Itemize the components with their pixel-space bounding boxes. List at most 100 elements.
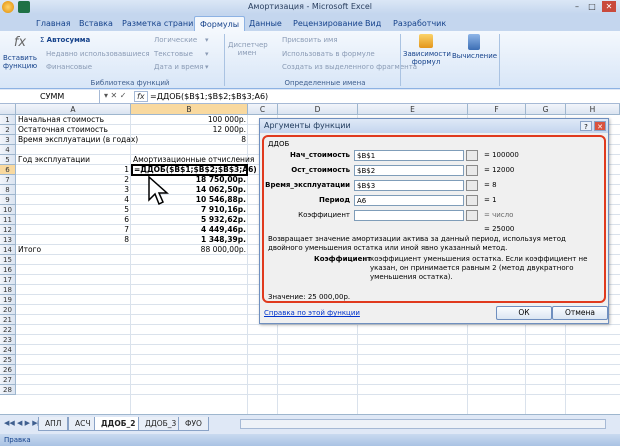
row-header[interactable]: 4 xyxy=(0,145,16,155)
tab-view[interactable]: Вид xyxy=(360,16,386,31)
col-header-g[interactable]: G xyxy=(526,104,566,115)
col-header-b[interactable]: B xyxy=(131,104,248,115)
dialog-help-button[interactable]: ? xyxy=(580,121,592,131)
arg-input-cost[interactable]: $B$1 xyxy=(354,150,464,161)
row-header[interactable]: 17 xyxy=(0,275,16,285)
row-header[interactable]: 16 xyxy=(0,265,16,275)
row-header[interactable]: 11 xyxy=(0,215,16,225)
row-header[interactable]: 27 xyxy=(0,375,16,385)
cell-a6[interactable]: 1 xyxy=(16,165,129,175)
collapse-button-cost[interactable] xyxy=(466,150,478,161)
tab-review[interactable]: Рецензирование xyxy=(288,16,368,31)
dialog-close-button[interactable]: ✕ xyxy=(594,121,606,131)
row-header[interactable]: 15 xyxy=(0,255,16,265)
collapse-button-salvage[interactable] xyxy=(466,165,478,176)
row-header[interactable]: 28 xyxy=(0,385,16,395)
row-header[interactable]: 5 xyxy=(0,155,16,165)
arg-input-factor[interactable] xyxy=(354,210,464,221)
cell-b1[interactable]: 100 000р. xyxy=(131,115,246,125)
col-header-d[interactable]: D xyxy=(278,104,358,115)
row-header[interactable]: 22 xyxy=(0,325,16,335)
arg-input-life[interactable]: $B$3 xyxy=(354,180,464,191)
col-header-f[interactable]: F xyxy=(468,104,526,115)
arg-input-salvage[interactable]: $B$2 xyxy=(354,165,464,176)
col-header-c[interactable]: C xyxy=(248,104,278,115)
lookup-button[interactable]: ▾ xyxy=(205,36,209,44)
math-button[interactable]: ▾ xyxy=(205,50,209,58)
collapse-button-period[interactable] xyxy=(466,195,478,206)
use-in-formula-button[interactable]: Использовать в формуле xyxy=(282,50,375,58)
cell-b10[interactable]: 7 910,16р. xyxy=(131,205,246,215)
tab-home[interactable]: Главная xyxy=(31,16,76,31)
row-header[interactable]: 19 xyxy=(0,295,16,305)
row-header[interactable]: 9 xyxy=(0,195,16,205)
col-header-a[interactable]: A xyxy=(16,104,131,115)
fx-button[interactable]: fx xyxy=(134,91,148,102)
tab-insert[interactable]: Вставка xyxy=(74,16,118,31)
cell-b12[interactable]: 4 449,46р. xyxy=(131,225,246,235)
help-link[interactable]: Справка по этой функции xyxy=(264,309,360,317)
cell-a10[interactable]: 5 xyxy=(16,205,129,215)
row-header[interactable]: 18 xyxy=(0,285,16,295)
row-header[interactable]: 6 xyxy=(0,165,16,175)
cell-a7[interactable]: 2 xyxy=(16,175,129,185)
cell-a2[interactable]: Остаточная стоимость xyxy=(18,125,108,135)
row-header[interactable]: 1 xyxy=(0,115,16,125)
tab-developer[interactable]: Разработчик xyxy=(388,16,451,31)
row-header[interactable]: 26 xyxy=(0,365,16,375)
calculation-button[interactable]: Вычисление xyxy=(452,34,497,60)
cancel-button[interactable]: Отмена xyxy=(552,306,608,320)
text-button[interactable]: Текстовые xyxy=(154,50,193,58)
collapse-button-life[interactable] xyxy=(466,180,478,191)
cell-a13[interactable]: 8 xyxy=(16,235,129,245)
assign-name-button[interactable]: Присвоить имя xyxy=(282,36,338,44)
collapse-button-factor[interactable] xyxy=(466,210,478,221)
name-manager-button[interactable]: Диспетчер имен xyxy=(228,41,268,57)
row-header[interactable]: 20 xyxy=(0,305,16,315)
cell-a1[interactable]: Начальная стоимость xyxy=(18,115,104,125)
row-header[interactable]: 7 xyxy=(0,175,16,185)
cell-b3[interactable]: 8 xyxy=(131,135,246,145)
row-header[interactable]: 10 xyxy=(0,205,16,215)
create-from-selection-button[interactable]: Создать из выделенного фрагмента xyxy=(282,63,417,71)
select-all[interactable] xyxy=(0,104,16,115)
logical-button[interactable]: Логические xyxy=(154,36,197,44)
arg-input-period[interactable]: A6 xyxy=(354,195,464,206)
cell-b11[interactable]: 5 932,62р. xyxy=(131,215,246,225)
sheet-tab-ddob2[interactable]: ДДОБ_2 xyxy=(94,417,143,431)
cell-a3[interactable]: Время эксплуатации (в годах) xyxy=(18,135,138,145)
cell-b13[interactable]: 1 348,39р. xyxy=(131,235,246,245)
tab-formulas[interactable]: Формулы xyxy=(194,16,246,31)
cell-a11[interactable]: 6 xyxy=(16,215,129,225)
cell-a9[interactable]: 4 xyxy=(16,195,129,205)
datetime-button[interactable]: Дата и время xyxy=(154,63,204,71)
row-header[interactable]: 25 xyxy=(0,355,16,365)
cell-a12[interactable]: 7 xyxy=(16,225,129,235)
maximize-button[interactable]: □ xyxy=(585,1,599,12)
row-header[interactable]: 13 xyxy=(0,235,16,245)
row-header[interactable]: 23 xyxy=(0,335,16,345)
row-header[interactable]: 21 xyxy=(0,315,16,325)
sheet-tab-fuo[interactable]: ФУО xyxy=(178,417,209,431)
row-header[interactable]: 3 xyxy=(0,135,16,145)
financial-button[interactable]: Финансовые xyxy=(46,63,92,71)
name-box[interactable]: СУММ xyxy=(0,90,100,104)
row-header[interactable]: 24 xyxy=(0,345,16,355)
row-header[interactable]: 8 xyxy=(0,185,16,195)
cell-a5[interactable]: Год эксплуатации xyxy=(18,155,90,165)
insert-function-button[interactable]: fx Вставить функцию xyxy=(3,34,37,70)
formula-input[interactable]: =ДДОБ($B$1;$B$2;$B$3;A6) xyxy=(150,90,268,104)
row-header[interactable]: 2 xyxy=(0,125,16,135)
col-header-e[interactable]: E xyxy=(358,104,468,115)
cell-b14[interactable]: 88 000,00р. xyxy=(131,245,246,255)
minimize-button[interactable]: – xyxy=(570,1,584,12)
sheet-tab-apl[interactable]: АПЛ xyxy=(38,417,69,431)
cell-a14[interactable]: Итого xyxy=(18,245,41,255)
cell-a8[interactable]: 3 xyxy=(16,185,129,195)
ok-button[interactable]: ОК xyxy=(496,306,552,320)
close-button[interactable]: ✕ xyxy=(602,1,616,12)
tab-data[interactable]: Данные xyxy=(244,16,287,31)
dependencies-button[interactable]: Зависимости формул xyxy=(403,34,451,66)
autosum-button[interactable]: Σ Автосумма xyxy=(40,36,90,44)
sheet-tab-ddob3[interactable]: ДДОБ_3 xyxy=(138,417,184,431)
